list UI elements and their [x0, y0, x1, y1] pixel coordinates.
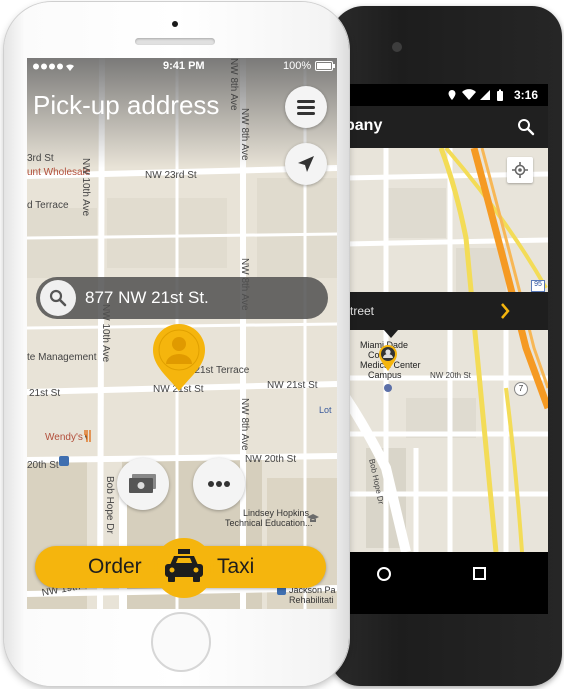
search-icon — [49, 289, 67, 307]
menu-icon — [297, 100, 315, 115]
search-button[interactable] — [40, 280, 76, 316]
iphone-status-bar: 9:41 PM 100% — [27, 58, 337, 74]
nw-20th-st-label: NW 20th St — [430, 371, 471, 380]
map-label-nw-20th-st-right: NW 20th St — [245, 454, 297, 465]
gps-button[interactable] — [507, 157, 533, 183]
address-bar-pointer — [384, 330, 398, 338]
map-label-nw-8th-ave-4: NW 8th Ave — [239, 398, 250, 451]
user-pin-icon[interactable] — [151, 322, 207, 392]
menu-button[interactable] — [285, 86, 327, 128]
map-label-nw-21st-st-right: NW 21st St — [267, 380, 318, 391]
android-nav-bar — [346, 552, 548, 614]
iphone-speaker — [135, 38, 215, 45]
page-title: Pick-up address — [33, 90, 220, 120]
map-label-terrace: d Terrace — [27, 200, 69, 211]
android-screen: 3:16 pany 95 7 treet Miami Dade Co Medic… — [346, 84, 548, 614]
school-icon — [307, 514, 319, 522]
map-label-20th-st-left: 20th St — [27, 460, 59, 471]
map-label-nw-10th-ave-top: NW 10th Ave — [80, 158, 91, 217]
map-label-bob-hope-dr: Bob Hope Dr — [104, 476, 115, 534]
iphone-status-time: 9:41 PM — [163, 60, 205, 72]
android-map[interactable]: 95 7 treet Miami Dade Co Medical Center … — [346, 148, 548, 552]
map-label-nw-23rd-st: NW 23rd St — [145, 170, 197, 181]
route-7-shield: 7 — [514, 382, 528, 396]
iphone-home-button[interactable] — [151, 612, 211, 672]
more-dots-icon — [208, 481, 230, 487]
chevron-right-icon[interactable] — [500, 302, 510, 320]
iphone-screen: 9:41 PM 100% Pick-up address 3rd St unt … — [27, 58, 337, 609]
cash-icon — [129, 474, 156, 493]
taxi-badge[interactable] — [154, 538, 214, 598]
signal-icon — [33, 63, 74, 71]
android-toolbar-title: pany — [346, 117, 383, 134]
address-bar[interactable]: treet — [346, 292, 548, 330]
iphone-camera — [172, 21, 178, 27]
iphone-status-battery-text: 100% — [283, 60, 312, 72]
android-nav-icons[interactable] — [346, 552, 548, 614]
battery-icon — [315, 61, 335, 71]
android-status-time: 3:16 — [514, 88, 539, 102]
map-label-lot: Lot — [319, 405, 332, 415]
android-toolbar: pany — [346, 106, 548, 148]
hospital-icon — [384, 384, 392, 392]
map-label-nw-8th-ave-2: NW 8th Ave — [239, 108, 250, 161]
map-label-3rd-st: 3rd St — [27, 153, 54, 164]
bus-stop-icon — [59, 456, 69, 466]
map-label-wendys: Wendy's — [45, 432, 83, 443]
map-label-lindsey-2: Technical Education... — [225, 518, 313, 528]
address-bar-text: treet — [350, 304, 375, 318]
user-pin-icon[interactable] — [378, 344, 398, 372]
gps-target-icon — [512, 162, 528, 178]
recents-icon — [473, 567, 486, 580]
more-options-button[interactable] — [193, 458, 245, 510]
home-icon — [377, 567, 391, 581]
map-label-jackson-2: Rehabilitati — [289, 595, 334, 605]
map-label-management: te Management — [27, 352, 97, 363]
payment-cash-button[interactable] — [117, 458, 169, 510]
android-earpiece — [392, 42, 402, 52]
navigation-arrow-icon — [298, 156, 314, 172]
search-icon[interactable] — [517, 118, 535, 136]
search-input[interactable]: 877 NW 21st St. — [36, 277, 328, 319]
locate-button[interactable] — [285, 143, 327, 185]
highway-95-shield: 95 — [531, 280, 545, 292]
search-value: 877 NW 21st St. — [85, 288, 209, 307]
map-label-lindsey-1: Lindsey Hopkins — [243, 508, 310, 518]
order-label: Order — [88, 555, 142, 578]
taxi-icon — [165, 549, 203, 582]
map-label-nw-8th-ave-1: NW 8th Ave — [228, 58, 239, 111]
taxi-label: Taxi — [217, 555, 255, 578]
android-status-icons — [448, 89, 503, 101]
map-label-21st-st-left: 21st St — [29, 388, 61, 399]
android-status-bar: 3:16 — [346, 84, 548, 106]
restaurant-icon — [84, 430, 91, 442]
